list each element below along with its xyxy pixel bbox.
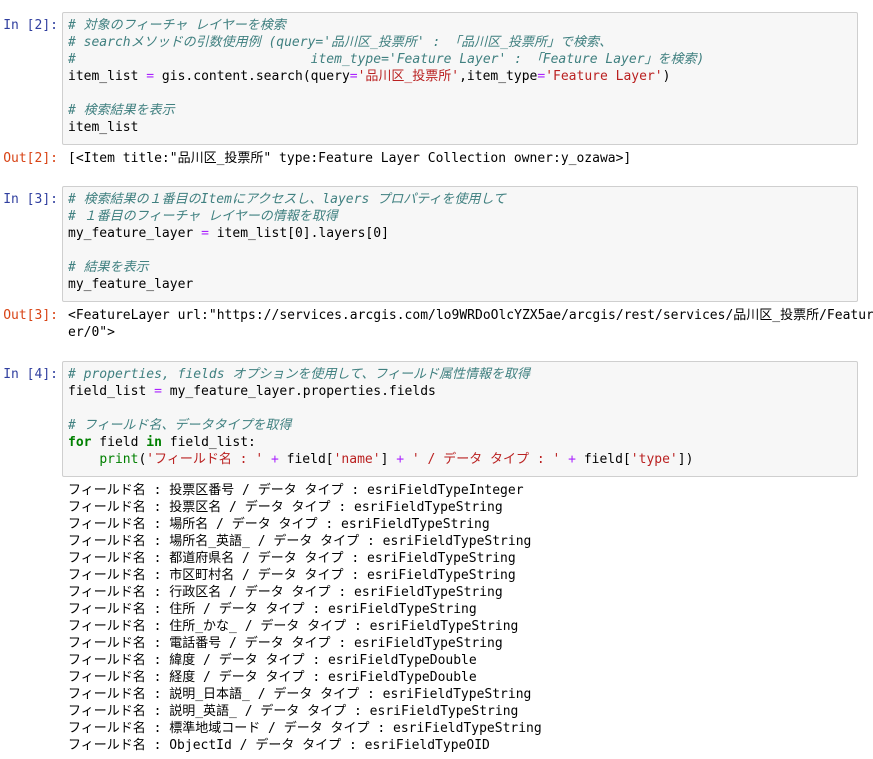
output-line: フィールド名 : 投票区名 / データ タイプ : esriFieldTypeS… [68, 500, 503, 515]
input-prompt: In [4]: [3, 367, 58, 382]
output-line: フィールド名 : 説明_英語_ / データ タイプ : esriFieldTyp… [68, 704, 519, 719]
code-token: ' / データ タイプ : ' [411, 452, 561, 467]
code-token: field[ [576, 452, 631, 467]
code-line: # searchメソッドの引数使用例 (query='品川区_投票所' : 「品… [68, 34, 852, 51]
code-token: 'name' [333, 452, 381, 467]
code-token: field_list [68, 384, 155, 399]
code-token: field_list: [161, 435, 256, 450]
output-line: フィールド名 : 説明_日本語_ / データ タイプ : esriFieldTy… [68, 687, 532, 702]
code-input[interactable]: # 対象のフィーチャ レイヤーを検索 # searchメソッドの引数使用例 (qu… [62, 12, 858, 145]
output-line: フィールド名 : 市区町村名 / データ タイプ : esriFieldType… [68, 568, 516, 583]
code-input[interactable]: # 検索結果の１番目のItemにアクセスし、layers プロパティを使用して #… [62, 186, 858, 302]
code-line: my_feature_layer [68, 276, 852, 293]
code-token: # properties, fields オプションを使用して、フィールド属性情… [68, 367, 531, 382]
output-line: フィールド名 : 場所名_英語_ / データ タイプ : esriFieldTy… [68, 534, 532, 549]
code-line: item_list [68, 119, 852, 136]
output-line: er/0"> [68, 325, 115, 340]
output-line: フィールド名 : 投票区番号 / データ タイプ : esriFieldType… [68, 483, 524, 498]
cell-output: [<Item title:"品川区_投票所" type:Feature Laye… [68, 150, 858, 167]
output-prompt: Out[2]: [3, 151, 58, 166]
code-token: field[ [278, 452, 334, 467]
code-token: # 結果を表示 [68, 260, 149, 275]
code-line: # 結果を表示 [68, 259, 852, 276]
code-token: # フィールド名、データタイプを取得 [68, 418, 292, 433]
code-token: field [91, 435, 147, 450]
code-token: # item_type='Feature Layer' : 「Feature L… [68, 52, 705, 67]
output-line: <FeatureLayer url:"https://services.arcg… [68, 308, 873, 323]
cell-output: <FeatureLayer url:"https://services.arcg… [68, 307, 873, 341]
code-input[interactable]: # properties, fields オプションを使用して、フィールド属性情… [62, 361, 858, 477]
code-token: ) [662, 69, 671, 84]
code-line: # フィールド名、データタイプを取得 [68, 417, 852, 434]
output-line: フィールド名 : 電話番号 / データ タイプ : esriFieldTypeS… [68, 636, 503, 651]
output-prompt: Out[3]: [3, 308, 58, 323]
output-line: フィールド名 : 住所 / データ タイプ : esriFieldTypeStr… [68, 602, 477, 617]
code-token: 'フィールド名 : ' [146, 452, 264, 467]
code-line: # 対象のフィーチャ レイヤーを検索 [68, 17, 852, 34]
code-token: 'Feature Layer' [545, 69, 663, 84]
output-line: [<Item title:"品川区_投票所" type:Feature Laye… [68, 151, 632, 166]
output-line: フィールド名 : 経度 / データ タイプ : esriFieldTypeDou… [68, 670, 477, 685]
code-token: + [396, 452, 405, 467]
code-token: # 対象のフィーチャ レイヤーを検索 [68, 18, 286, 33]
code-token: item_list[0].layers[0] [208, 226, 389, 241]
code-line: my_feature_layer = item_list[0].layers[0… [68, 225, 852, 242]
code-token: = [201, 226, 209, 241]
code-token: + [568, 452, 576, 467]
code-line: # 検索結果を表示 [68, 102, 852, 119]
code-line: print('フィールド名 : ' + field['name'] + ' / … [68, 451, 852, 468]
cell-output: フィールド名 : 投票区番号 / データ タイプ : esriFieldType… [68, 482, 858, 754]
code-token: print [99, 452, 139, 467]
code-line: field_list = my_feature_layer.properties… [68, 383, 852, 400]
code-line: # １番目のフィーチャ レイヤーの情報を取得 [68, 208, 852, 225]
code-token: # 検索結果の１番目のItemにアクセスし、layers プロパティを使用して [68, 192, 506, 207]
code-token: # １番目のフィーチャ レイヤーの情報を取得 [68, 209, 338, 224]
input-prompt: In [2]: [3, 18, 58, 33]
output-line: フィールド名 : ObjectId / データ タイプ : esriFieldT… [68, 738, 490, 753]
output-line: フィールド名 : 住所_かな_ / データ タイプ : esriFieldTyp… [68, 619, 519, 634]
code-token: in [146, 435, 162, 450]
code-lines: # 対象のフィーチャ レイヤーを検索 # searchメソッドの引数使用例 (qu… [68, 17, 852, 136]
code-token: + [270, 452, 279, 467]
output-line: フィールド名 : 行政区名 / データ タイプ : esriFieldTypeS… [68, 585, 503, 600]
input-prompt: In [3]: [3, 192, 58, 207]
code-token: # 検索結果を表示 [68, 103, 175, 118]
output-line: フィールド名 : 緯度 / データ タイプ : esriFieldTypeDou… [68, 653, 477, 668]
code-token: my_feature_layer.properties.fields [161, 384, 436, 399]
code-line: item_list = gis.content.search(query='品川… [68, 68, 852, 85]
output-line: フィールド名 : 場所名 / データ タイプ : esriFieldTypeSt… [68, 517, 490, 532]
code-line: # properties, fields オプションを使用して、フィールド属性情… [68, 366, 852, 383]
code-token: # searchメソッドの引数使用例 (query='品川区_投票所' : 「品… [68, 35, 613, 50]
code-token: my_feature_layer [68, 277, 194, 292]
code-line: # item_type='Feature Layer' : 「Feature L… [68, 51, 852, 68]
code-lines: # properties, fields オプションを使用して、フィールド属性情… [68, 366, 852, 468]
code-token: gis.content.search(query [154, 69, 350, 84]
code-line: # 検索結果の１番目のItemにアクセスし、layers プロパティを使用して [68, 191, 852, 208]
code-lines: # 検索結果の１番目のItemにアクセスし、layers プロパティを使用して #… [68, 191, 852, 293]
output-line: フィールド名 : 標準地域コード / データ タイプ : esriFieldTy… [68, 721, 542, 736]
output-line: フィールド名 : 都道府県名 / データ タイプ : esriFieldType… [68, 551, 516, 566]
code-token: 'type' [630, 452, 678, 467]
code-token: ]) [677, 452, 694, 467]
code-token: item_list [68, 120, 139, 135]
code-token: = [349, 69, 358, 84]
code-token: = [154, 384, 162, 399]
code-token: ] [380, 452, 397, 467]
code-token: ,item_type [459, 69, 538, 84]
code-token: '品川区_投票所' [357, 69, 460, 84]
code-token: my_feature_layer [68, 226, 202, 241]
code-token: for [68, 435, 92, 450]
code-line: for field in field_list: [68, 434, 852, 451]
code-token: item_list [68, 69, 147, 84]
code-token: = [146, 69, 155, 84]
